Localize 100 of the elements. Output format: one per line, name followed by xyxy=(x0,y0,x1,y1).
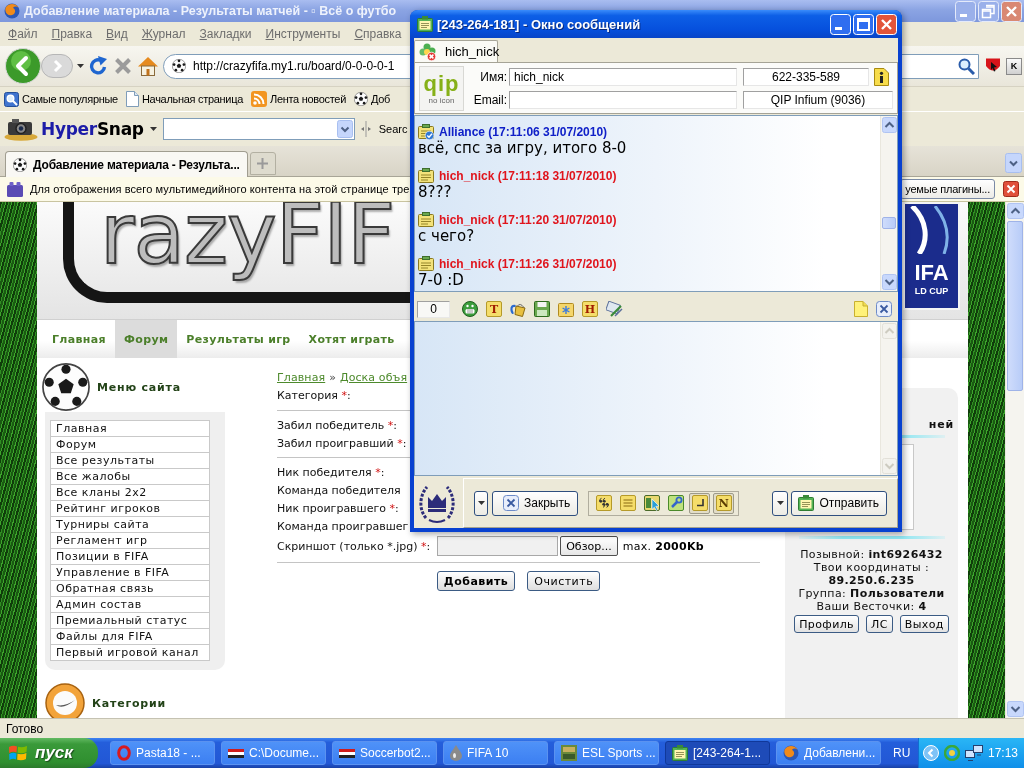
taskbar-button[interactable]: [243-264-1... xyxy=(665,741,770,765)
breadcrumb-link[interactable]: Доска объя xyxy=(339,370,408,384)
letter-button[interactable]: H xyxy=(582,301,598,317)
contact-tab[interactable]: hich_nick xyxy=(414,40,498,62)
stop-icon[interactable] xyxy=(114,57,132,75)
info-icon[interactable] xyxy=(873,67,889,86)
send-button[interactable]: Отправить xyxy=(791,490,887,516)
plugin-button[interactable]: уемые плагины... xyxy=(900,179,995,199)
toggle-button[interactable] xyxy=(617,492,639,514)
browse-button[interactable]: Обзор... xyxy=(560,536,618,556)
scrollbar-track[interactable] xyxy=(1005,202,1024,718)
scroll-down-icon[interactable] xyxy=(881,274,897,290)
paint-bucket-icon[interactable] xyxy=(510,301,526,317)
toggle-button[interactable] xyxy=(593,492,615,514)
menu-item[interactable]: Справка xyxy=(347,27,409,41)
menu-item[interactable]: Все кланы 2x2 xyxy=(51,485,209,501)
menu-item[interactable]: Все жалобы xyxy=(51,469,209,485)
close-icon[interactable] xyxy=(1003,181,1019,197)
scroll-up-icon[interactable] xyxy=(881,117,897,133)
splitter-icon[interactable] xyxy=(360,121,371,137)
menu-item[interactable]: Премиальный статус xyxy=(51,613,209,629)
menu-item[interactable]: Файл xyxy=(1,27,45,41)
name-field[interactable]: hich_nick xyxy=(509,67,737,86)
panel-button[interactable]: ЛС xyxy=(866,615,893,633)
scroll-down-icon[interactable] xyxy=(1006,701,1024,717)
menu-item[interactable]: Админ состав xyxy=(51,597,209,613)
dropdown-button[interactable] xyxy=(772,490,789,516)
toggle-button[interactable] xyxy=(641,492,663,514)
close-icon[interactable] xyxy=(503,495,519,511)
home-icon[interactable] xyxy=(138,56,158,76)
note-icon xyxy=(418,212,434,228)
nav-tab[interactable]: Форум xyxy=(115,320,178,358)
panel-button[interactable]: Профиль xyxy=(794,615,859,633)
scrollbar-thumb[interactable] xyxy=(1007,221,1023,391)
soccer-ball-icon xyxy=(354,92,368,106)
start-button[interactable]: пуск xyxy=(0,738,98,768)
menu-item[interactable]: Форум xyxy=(51,437,209,453)
dropdown-button[interactable] xyxy=(474,490,488,516)
menu-item[interactable]: Обратная связь xyxy=(51,581,209,597)
back-icon[interactable] xyxy=(5,48,41,84)
menu-item[interactable]: Турниры сайта xyxy=(51,517,209,533)
network-icon[interactable] xyxy=(965,745,983,761)
menu-item[interactable]: Главная xyxy=(51,421,209,437)
edit-icon[interactable] xyxy=(606,301,623,317)
status-text: Готово xyxy=(6,721,44,736)
scrollbar-track[interactable] xyxy=(880,116,897,291)
bookmark-link[interactable]: Доб xyxy=(354,92,391,106)
menu-item[interactable]: Файлы для FIFA xyxy=(51,629,209,645)
close-icon[interactable] xyxy=(876,301,892,317)
menu-item[interactable]: Журнал xyxy=(134,27,193,41)
menu-item[interactable]: Правка xyxy=(44,27,100,41)
notepad-icon xyxy=(672,745,688,761)
search-combo[interactable] xyxy=(162,118,355,140)
close-button[interactable]: Закрыть xyxy=(492,490,579,516)
menu-item[interactable]: Регламент игр xyxy=(51,533,209,549)
menu-item[interactable]: Закладки xyxy=(192,27,259,41)
chevron-icon[interactable] xyxy=(923,745,939,761)
nav-tab[interactable]: Хотят играть xyxy=(299,320,404,358)
asterisk-icon[interactable] xyxy=(558,301,574,317)
menu-item[interactable]: Рейтинг игроков xyxy=(51,501,209,517)
breadcrumb-link[interactable]: Главная xyxy=(277,370,326,384)
smiley-icon[interactable] xyxy=(462,301,478,317)
menu-item[interactable]: Инструменты xyxy=(258,27,348,41)
form-button[interactable]: Добавить xyxy=(436,571,516,591)
maximize-icon[interactable] xyxy=(853,13,874,35)
bookmark-link[interactable]: Начальная страница xyxy=(125,91,243,107)
scroll-up-icon[interactable] xyxy=(1006,203,1024,219)
bookmark-link[interactable]: Лента новостей xyxy=(250,91,346,107)
breadcrumb-separator: » xyxy=(329,370,336,384)
browser-tab[interactable]: Добавление материала - Результа... xyxy=(5,151,248,177)
menu-item[interactable]: Первый игровой канал xyxy=(51,645,209,661)
scrollbar-thumb[interactable] xyxy=(882,217,896,229)
search-icon[interactable] xyxy=(958,57,975,75)
menu-item[interactable]: Управление в FIFA xyxy=(51,565,209,581)
client-field[interactable]: QIP Infium (9036) xyxy=(743,90,893,109)
message-input[interactable] xyxy=(414,321,898,476)
letter-button[interactable]: T xyxy=(486,301,502,317)
toggle-button[interactable] xyxy=(665,492,687,514)
nav-tab[interactable]: Результаты игр xyxy=(177,320,300,358)
nav-tab[interactable]: Главная xyxy=(43,320,115,358)
menu-item[interactable]: Все результаты xyxy=(51,453,209,469)
toggle-button[interactable]: N xyxy=(713,492,735,514)
panel-button[interactable]: Выход xyxy=(899,615,949,633)
uin-field[interactable]: 622-335-589 xyxy=(743,67,869,86)
dropdown-icon[interactable] xyxy=(336,120,353,138)
form-button[interactable]: Очистить xyxy=(527,571,601,591)
email-field[interactable] xyxy=(509,90,737,109)
menu-item[interactable]: Позиции в FIFA xyxy=(51,549,209,565)
reload-icon[interactable] xyxy=(88,56,108,76)
dropdown-icon[interactable] xyxy=(1005,153,1022,173)
info-text: Позывной: int6926432 xyxy=(800,548,943,561)
file-field[interactable] xyxy=(437,536,559,556)
notepad-icon xyxy=(417,16,433,32)
bookmark-link[interactable]: Самые популярные xyxy=(4,91,118,107)
shield-icon[interactable] xyxy=(985,58,1001,74)
toggle-button[interactable] xyxy=(689,492,711,514)
addon-button[interactable]: K xyxy=(1006,57,1022,75)
menu-item[interactable]: Вид xyxy=(99,27,135,41)
language-indicator[interactable]: RU xyxy=(893,746,911,760)
counter-field: 0 xyxy=(417,300,450,318)
